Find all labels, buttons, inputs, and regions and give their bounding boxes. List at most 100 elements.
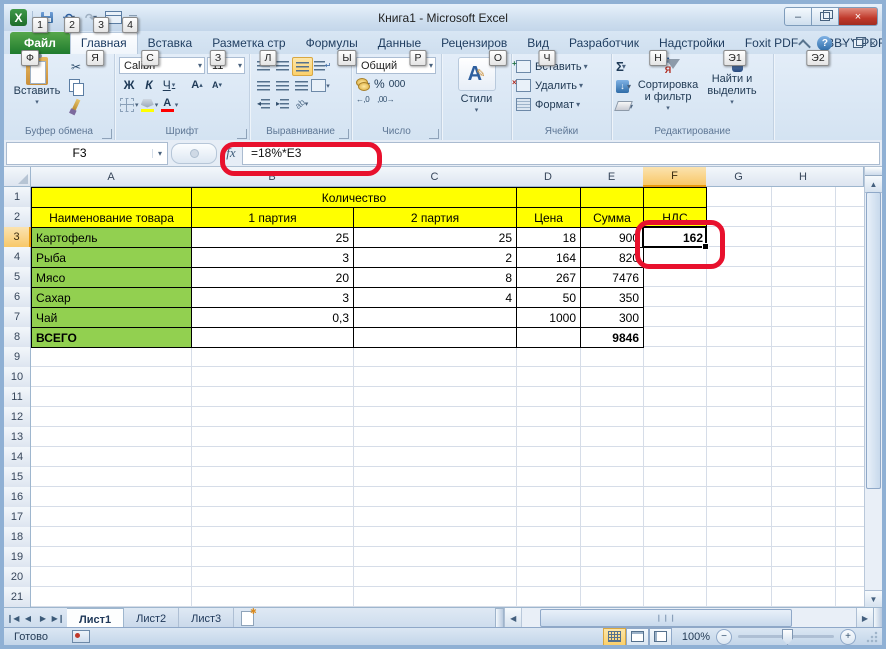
row-header-3[interactable]: 3 [4, 227, 31, 248]
orientation-button[interactable]: ab▾ [292, 95, 311, 112]
cell-B7[interactable]: 0,3 [191, 307, 354, 328]
font-color-button[interactable]: А ▾ [160, 96, 180, 114]
align-right-button[interactable] [292, 77, 311, 94]
vertical-scrollbar[interactable]: ▲ ▼ [864, 167, 882, 607]
align-center-button[interactable] [273, 77, 292, 94]
decrease-indent-button[interactable]: ◂ [254, 95, 273, 112]
dialog-launcher-icon[interactable] [339, 129, 349, 139]
decrease-decimal-button[interactable]: ,00→ [377, 95, 394, 104]
cell-A4[interactable]: Рыба [31, 247, 192, 268]
sheet-tab-sheet3[interactable]: Лист3 [179, 608, 234, 628]
zoom-slider-thumb[interactable] [782, 629, 793, 645]
dialog-launcher-icon[interactable] [429, 129, 439, 139]
tab-file[interactable]: Файл [10, 32, 70, 54]
cell-D8[interactable] [516, 327, 581, 348]
cell-F1[interactable] [643, 187, 707, 208]
cell-A2[interactable]: Наименование товара [31, 207, 192, 228]
normal-view-button[interactable] [603, 628, 626, 646]
row-header-8[interactable]: 8 [4, 327, 31, 348]
column-header-h[interactable]: H [771, 167, 836, 187]
cell-A7[interactable]: Чай [31, 307, 192, 328]
name-box[interactable]: F3 ▾ [6, 142, 168, 165]
clear-button[interactable]: ▾ [616, 97, 633, 115]
italic-button[interactable]: К [139, 76, 159, 94]
last-sheet-button[interactable]: ▶❙ [51, 611, 65, 625]
column-header-b[interactable]: B [191, 167, 354, 187]
autosum-button[interactable]: Σ▾ [616, 57, 633, 75]
sheet-tab-sheet1[interactable]: Лист1 [67, 608, 124, 628]
close-button[interactable]: × [839, 7, 878, 26]
cell-A6[interactable]: Сахар [31, 287, 192, 308]
select-all-corner[interactable] [4, 167, 31, 187]
horizontal-scroll-track[interactable]: ❙❙❙ [521, 608, 856, 628]
format-cells-button[interactable]: Формат▾ [516, 95, 607, 114]
tab-developer[interactable]: Разработчик [559, 33, 649, 54]
styles-button[interactable]: А✎ Стили ▾ [458, 57, 496, 125]
row-header-13[interactable]: 13 [4, 427, 31, 448]
fill-color-button[interactable]: ▾ [140, 96, 160, 114]
cell-C2[interactable]: 2 партия [353, 207, 517, 228]
fill-button[interactable]: ↓▾ [616, 77, 633, 95]
tab-formulas[interactable]: Формулы [296, 33, 368, 54]
workbook-minimize-button[interactable]: – [839, 38, 845, 50]
cell-C6[interactable]: 4 [353, 287, 517, 308]
column-header-c[interactable]: C [353, 167, 517, 187]
row-header-2[interactable]: 2 [4, 207, 31, 228]
dialog-launcher-icon[interactable] [102, 129, 112, 139]
dialog-launcher-icon[interactable] [237, 129, 247, 139]
resize-grip[interactable] [866, 631, 878, 643]
cell-E5[interactable]: 7476 [580, 267, 644, 288]
column-header-a[interactable]: A [31, 167, 192, 187]
scroll-up-icon[interactable]: ▲ [865, 176, 882, 193]
align-bottom-button[interactable] [292, 57, 313, 76]
page-break-view-button[interactable] [649, 628, 672, 646]
next-sheet-button[interactable]: ▶ [36, 611, 50, 625]
cell-B1[interactable]: Количество [191, 187, 517, 208]
insert-function-button[interactable]: fx [220, 145, 242, 161]
formula-bar-resize-handle[interactable] [171, 143, 217, 164]
cell-E4[interactable]: 820 [580, 247, 644, 268]
row-header-15[interactable]: 15 [4, 467, 31, 488]
insert-worksheet-button[interactable] [234, 608, 260, 628]
align-left-button[interactable] [254, 77, 273, 94]
shrink-font-button[interactable]: А▾ [207, 76, 227, 94]
zoom-out-button[interactable]: − [716, 629, 732, 645]
column-header-g[interactable]: G [706, 167, 772, 187]
cell-D7[interactable]: 1000 [516, 307, 581, 328]
cell-C5[interactable]: 8 [353, 267, 517, 288]
copy-button[interactable]: ▾ [66, 76, 86, 95]
percent-style-button[interactable]: % [374, 77, 385, 91]
grow-font-button[interactable]: А▴ [187, 76, 207, 94]
comma-style-button[interactable]: 000 [389, 79, 406, 90]
horizontal-scroll-thumb[interactable]: ❙❙❙ [540, 609, 792, 627]
first-sheet-button[interactable]: ❙◀ [6, 611, 20, 625]
cell-D2[interactable]: Цена [516, 207, 581, 228]
underline-button[interactable]: Ч▾ [159, 76, 179, 94]
excel-logo-icon[interactable]: X [10, 9, 27, 26]
insert-cells-button[interactable]: Вставить▾ [516, 57, 607, 76]
column-header-f[interactable]: F [643, 167, 707, 187]
sheet-tab-sheet2[interactable]: Лист2 [124, 608, 179, 628]
cell-C3[interactable]: 25 [353, 227, 517, 248]
cell-D6[interactable]: 50 [516, 287, 581, 308]
scroll-down-icon[interactable]: ▼ [865, 590, 882, 607]
column-header-e[interactable]: E [580, 167, 644, 187]
cell-E3[interactable]: 900 [580, 227, 644, 248]
cell-E1[interactable] [580, 187, 644, 208]
row-header-14[interactable]: 14 [4, 447, 31, 468]
cell-B2[interactable]: 1 партия [191, 207, 354, 228]
wrap-text-button[interactable]: ↵ [313, 57, 332, 74]
cell-A1[interactable] [31, 187, 192, 208]
help-icon[interactable]: ? [817, 36, 832, 51]
cell-D1[interactable] [516, 187, 581, 208]
page-layout-view-button[interactable] [626, 628, 649, 646]
cell-E2[interactable]: Сумма [580, 207, 644, 228]
cell-F2[interactable]: НДС [643, 207, 707, 228]
sort-filter-button[interactable]: А Я Сортировка и фильтр▾ [637, 57, 699, 125]
minimize-button[interactable]: – [784, 7, 812, 26]
font-name-combo[interactable]: Calibri▾ [119, 57, 205, 74]
macro-record-icon[interactable] [72, 630, 90, 643]
vertical-scroll-thumb[interactable] [866, 192, 881, 489]
cell-A5[interactable]: Мясо [31, 267, 192, 288]
row-header-18[interactable]: 18 [4, 527, 31, 548]
